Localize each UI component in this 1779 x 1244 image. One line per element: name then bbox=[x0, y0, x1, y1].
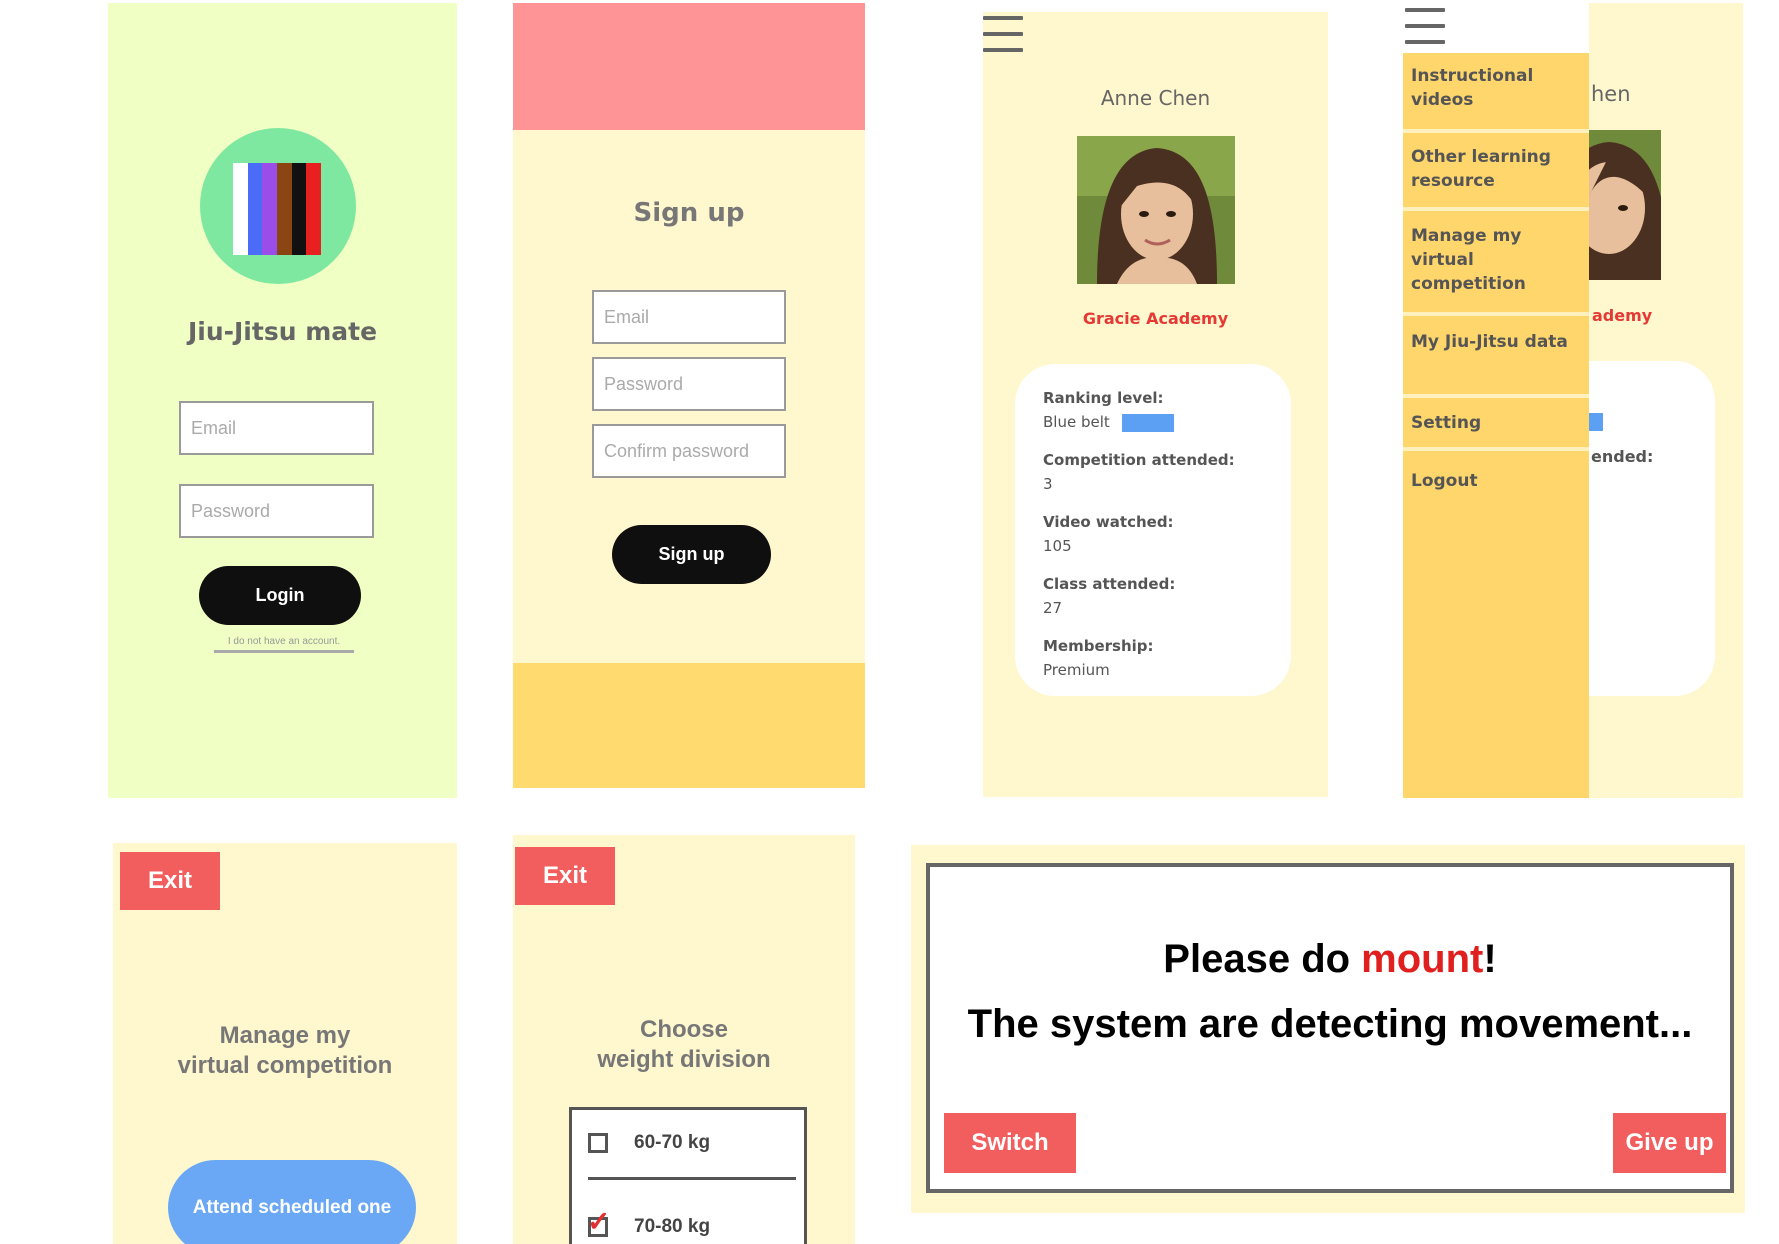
peek-profile-photo bbox=[1589, 130, 1661, 280]
app-logo bbox=[200, 128, 356, 284]
menu-item-instructional-videos[interactable]: Instructional videos bbox=[1403, 56, 1589, 133]
password-field[interactable] bbox=[179, 484, 374, 538]
peek-stats-card: ended: bbox=[1589, 361, 1715, 696]
signup-email-input[interactable] bbox=[594, 292, 784, 342]
weight-options-list: 60-70 kg ✓ 70-80 kg bbox=[569, 1107, 807, 1244]
stat-competition-label: Competition attended: bbox=[1043, 451, 1235, 469]
weight-option-label: 70-80 kg bbox=[634, 1216, 711, 1237]
stat-class-value: 27 bbox=[1043, 599, 1063, 617]
stat-ranking-label: Ranking level: bbox=[1043, 389, 1164, 407]
competition-title-line1: Manage my bbox=[219, 1022, 351, 1049]
profile-academy: Gracie Academy bbox=[1082, 309, 1229, 328]
email-input[interactable] bbox=[181, 403, 372, 453]
login-screen: Jiu-Jitsu mate Login I do not have an ac… bbox=[108, 3, 457, 798]
movement-detection-screen: Please do mount! The system are detectin… bbox=[911, 845, 1745, 1213]
profile-stats-card: Ranking level: Blue belt Competition att… bbox=[1015, 364, 1291, 696]
detection-panel: Please do mount! The system are detectin… bbox=[926, 863, 1734, 1193]
checkbox-checked-icon[interactable]: ✓ bbox=[587, 1208, 610, 1237]
email-field[interactable] bbox=[179, 401, 374, 455]
belt-colors-icon bbox=[233, 163, 322, 255]
switch-button[interactable]: Switch bbox=[944, 1113, 1076, 1173]
weight-option-label: 60-70 kg bbox=[634, 1132, 711, 1153]
menu-item-setting[interactable]: Setting bbox=[1403, 403, 1589, 451]
competition-title: Manage my virtual competition bbox=[113, 1021, 457, 1081]
weight-option-60-70[interactable]: 60-70 kg bbox=[588, 1132, 710, 1154]
peek-stat-label: ended: bbox=[1591, 447, 1654, 466]
stat-class: Class attended: 27 bbox=[1043, 572, 1175, 620]
weight-title-line1: Choose bbox=[639, 1016, 728, 1043]
detection-instruction: Please do mount! bbox=[930, 937, 1730, 982]
menu-item-logout[interactable]: Logout bbox=[1403, 461, 1589, 507]
signup-button[interactable]: Sign up bbox=[612, 525, 771, 584]
competition-screen: Exit Manage my virtual competition Atten… bbox=[113, 843, 457, 1244]
belt-stripe bbox=[233, 163, 248, 255]
stat-membership-value: Premium bbox=[1043, 661, 1110, 679]
instruction-move-name: mount bbox=[1361, 937, 1484, 981]
stat-ranking-value: Blue belt bbox=[1043, 410, 1174, 434]
stat-membership-label: Membership: bbox=[1043, 637, 1154, 655]
weight-title-line2: weight division bbox=[597, 1046, 771, 1073]
belt-stripe bbox=[262, 163, 278, 255]
signup-confirm-input[interactable] bbox=[594, 426, 784, 476]
stat-video-value: 105 bbox=[1043, 537, 1072, 555]
exit-button[interactable]: Exit bbox=[515, 847, 615, 905]
menu-item-virtual-competition[interactable]: Manage my virtual competition bbox=[1403, 216, 1589, 316]
hamburger-menu-icon[interactable] bbox=[983, 16, 1023, 52]
password-input[interactable] bbox=[181, 486, 372, 536]
option-divider bbox=[588, 1177, 796, 1180]
weight-option-70-80[interactable]: ✓ 70-80 kg bbox=[587, 1208, 711, 1238]
peek-profile-name: hen bbox=[1591, 82, 1631, 106]
profile-photo bbox=[1077, 136, 1235, 284]
menu-item-jiu-jitsu-data[interactable]: My Jiu-Jitsu data bbox=[1403, 322, 1589, 398]
peek-belt-swatch bbox=[1589, 413, 1603, 431]
instruction-prefix: Please do bbox=[1163, 937, 1362, 981]
exit-button[interactable]: Exit bbox=[120, 852, 220, 910]
stat-competition-value: 3 bbox=[1043, 475, 1053, 493]
signup-footer-band bbox=[513, 663, 865, 788]
weight-division-title: Choose weight division bbox=[513, 1015, 855, 1075]
stat-video-label: Video watched: bbox=[1043, 513, 1174, 531]
detection-status: The system are detecting movement... bbox=[967, 1002, 1693, 1046]
competition-title-line2: virtual competition bbox=[177, 1052, 393, 1079]
signup-email-field[interactable] bbox=[592, 290, 786, 344]
no-account-link[interactable]: I do not have an account. bbox=[214, 636, 354, 653]
signup-header-band bbox=[513, 3, 865, 130]
signup-password-input[interactable] bbox=[594, 359, 784, 409]
belt-stripe bbox=[277, 163, 292, 255]
belt-color-swatch bbox=[1121, 413, 1174, 432]
signup-title: Sign up bbox=[633, 198, 745, 228]
signup-confirm-field[interactable] bbox=[592, 424, 786, 478]
profile-name: Anne Chen bbox=[1100, 86, 1211, 110]
checkmark-icon: ✓ bbox=[587, 1206, 611, 1237]
stat-membership: Membership: Premium bbox=[1043, 634, 1154, 682]
menu-item-learning-resource[interactable]: Other learning resource bbox=[1403, 137, 1589, 211]
signup-password-field[interactable] bbox=[592, 357, 786, 411]
belt-stripe bbox=[291, 163, 307, 255]
peek-academy: ademy bbox=[1592, 306, 1653, 325]
ranking-value-text: Blue belt bbox=[1043, 413, 1110, 431]
app-title: Jiu-Jitsu mate bbox=[187, 317, 378, 346]
weight-division-screen: Exit Choose weight division 60-70 kg ✓ 7… bbox=[513, 835, 855, 1244]
belt-stripe bbox=[306, 163, 322, 255]
stat-ranking: Ranking level: Blue belt bbox=[1043, 386, 1174, 434]
attend-scheduled-button[interactable]: Attend scheduled one bbox=[168, 1160, 416, 1244]
give-up-button[interactable]: Give up bbox=[1613, 1113, 1726, 1173]
belt-stripe bbox=[247, 163, 263, 255]
stat-video: Video watched: 105 bbox=[1043, 510, 1174, 558]
hamburger-menu-icon[interactable] bbox=[1405, 8, 1445, 44]
stat-class-label: Class attended: bbox=[1043, 575, 1176, 593]
stat-competition: Competition attended: 3 bbox=[1043, 448, 1235, 496]
signup-screen: Sign up Sign up bbox=[513, 3, 865, 788]
checkbox-unchecked-icon[interactable] bbox=[588, 1133, 608, 1153]
login-button[interactable]: Login bbox=[199, 566, 361, 625]
instruction-suffix: ! bbox=[1483, 937, 1497, 981]
